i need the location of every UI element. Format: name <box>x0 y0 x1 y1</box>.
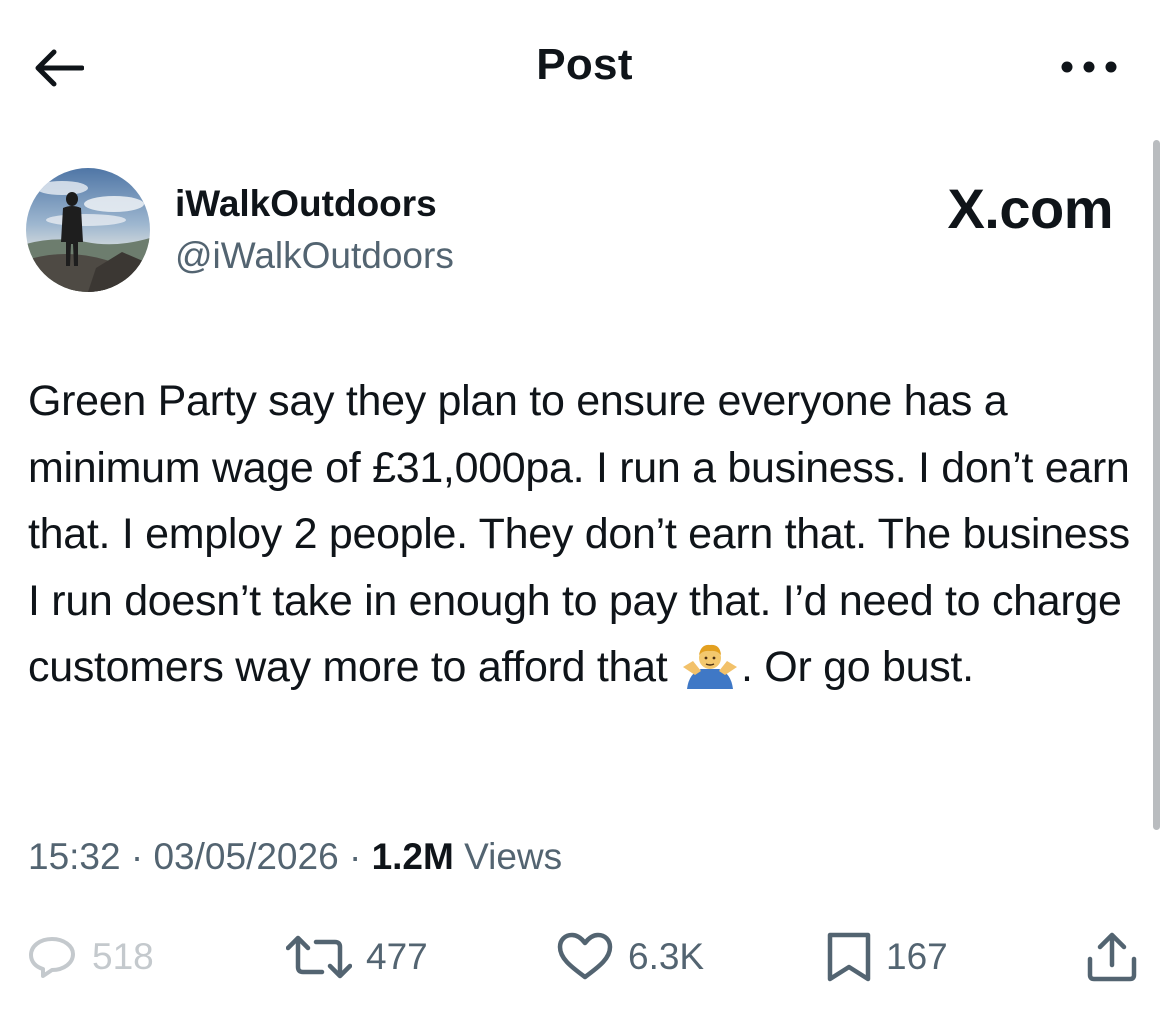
share-button[interactable] <box>1084 930 1140 984</box>
more-horizontal-icon <box>1061 61 1117 73</box>
post-text-end: . Or go bust. <box>741 643 974 691</box>
avatar-image <box>26 168 150 292</box>
person-shrugging-emoji <box>679 642 741 689</box>
repost-icon <box>286 935 352 979</box>
post-meta: 15:32 · 03/05/2026 · 1.2M Views <box>28 836 562 878</box>
share-icon <box>1087 932 1137 982</box>
post-page: Post iWalkOutdoors @iWalkOutdoors X.com … <box>0 0 1169 1019</box>
author-handle[interactable]: @iWalkOutdoors <box>175 235 454 277</box>
page-title: Post <box>536 40 633 89</box>
reply-icon <box>29 937 75 978</box>
reply-button[interactable]: 518 <box>26 930 154 984</box>
post-date[interactable]: 03/05/2026 <box>153 836 338 877</box>
views-label: Views <box>464 836 563 877</box>
scrollbar[interactable] <box>1153 140 1160 830</box>
reply-count: 518 <box>92 936 154 977</box>
bookmark-count: 167 <box>886 936 948 977</box>
avatar[interactable] <box>26 168 150 292</box>
post-time[interactable]: 15:32 <box>28 836 121 877</box>
repost-button[interactable]: 477 <box>286 930 428 984</box>
post-text: Green Party say they plan to ensure ever… <box>28 368 1138 701</box>
brand-logo: X.com <box>947 177 1113 240</box>
meta-separator: · <box>130 836 144 877</box>
author-display-name[interactable]: iWalkOutdoors <box>175 183 437 225</box>
like-count: 6.3K <box>628 936 705 977</box>
meta-separator: · <box>348 836 362 877</box>
heart-icon <box>557 932 613 980</box>
views-count: 1.2M <box>371 836 454 877</box>
more-options-button[interactable] <box>1028 54 1118 80</box>
bookmark-icon <box>827 932 871 982</box>
repost-count: 477 <box>366 936 428 977</box>
like-button[interactable]: 6.3K <box>556 930 704 984</box>
bookmark-button[interactable]: 167 <box>826 930 948 984</box>
